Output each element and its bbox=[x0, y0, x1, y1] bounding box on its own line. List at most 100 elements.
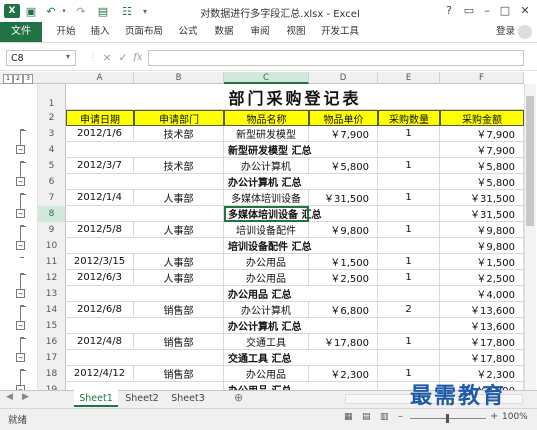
table-cell[interactable]: 2012/4/12 bbox=[66, 366, 134, 382]
maximize-button[interactable]: □ bbox=[496, 3, 514, 19]
column-header-a[interactable]: A bbox=[66, 72, 134, 84]
table-cell[interactable]: ￥9,800 bbox=[309, 222, 378, 238]
table-cell[interactable]: ￥17,800 bbox=[440, 334, 524, 350]
outline-level-1-button[interactable]: 1 bbox=[3, 74, 13, 84]
subtotal-label[interactable]: 培训设备配件 汇总 bbox=[224, 238, 378, 254]
user-avatar-icon[interactable] bbox=[518, 25, 532, 39]
table-cell[interactable]: 多媒体培训设备 bbox=[224, 190, 309, 206]
formula-input[interactable] bbox=[148, 50, 524, 66]
table-cell[interactable]: 2012/5/8 bbox=[66, 222, 134, 238]
subtotal-label[interactable]: 交通工具 汇总 bbox=[224, 350, 378, 366]
row-header[interactable]: 5 bbox=[38, 158, 66, 174]
normal-view-icon[interactable]: ▦ bbox=[344, 412, 353, 422]
zoom-level[interactable]: 100% bbox=[502, 412, 528, 422]
collapse-group-button[interactable]: – bbox=[16, 241, 25, 251]
page-layout-view-icon[interactable]: ▤ bbox=[362, 412, 371, 422]
cancel-formula-button[interactable]: × bbox=[100, 50, 114, 66]
subtotal-value[interactable]: ￥9,800 bbox=[440, 238, 524, 254]
row-header[interactable]: 6 bbox=[38, 174, 66, 190]
subtotal-label[interactable]: 办公计算机 汇总 bbox=[224, 174, 378, 190]
enter-formula-button[interactable]: ✓ bbox=[116, 50, 130, 66]
table-cell[interactable]: 2012/4/8 bbox=[66, 334, 134, 350]
table-cell[interactable]: 办公用品 bbox=[224, 270, 309, 286]
sheet-tab-sheet3[interactable]: Sheet3 bbox=[166, 390, 210, 407]
collapse-group-button[interactable]: – bbox=[16, 209, 25, 219]
table-cell[interactable]: 办公用品 bbox=[224, 366, 309, 382]
tab-review[interactable]: 审阅 bbox=[244, 22, 276, 42]
print-preview-icon[interactable]: ▤ bbox=[96, 4, 110, 18]
table-cell[interactable]: 1 bbox=[378, 254, 440, 270]
sheet-tab-sheet1[interactable]: Sheet1 bbox=[74, 390, 118, 407]
column-header-d[interactable]: D bbox=[309, 72, 378, 84]
table-cell[interactable]: ￥5,800 bbox=[309, 158, 378, 174]
header-cell[interactable]: 申请日期 bbox=[66, 110, 134, 126]
table-cell[interactable]: 新型研发模型 bbox=[224, 126, 309, 142]
table-cell[interactable]: 培训设备配件 bbox=[224, 222, 309, 238]
sheet-title[interactable]: 部门采购登记表 bbox=[66, 84, 524, 110]
table-cell[interactable]: 办公计算机 bbox=[224, 158, 309, 174]
row-header[interactable]: 12 bbox=[38, 270, 66, 286]
subtotal-label[interactable]: 办公计算机 汇总 bbox=[224, 318, 378, 334]
table-cell[interactable]: ￥31,500 bbox=[440, 190, 524, 206]
table-cell[interactable]: ￥1,500 bbox=[309, 254, 378, 270]
table-cell[interactable]: ￥2,300 bbox=[309, 366, 378, 382]
tab-home[interactable]: 开始 bbox=[50, 22, 82, 42]
row-header[interactable]: 16 bbox=[38, 334, 66, 350]
vertical-scroll-thumb[interactable] bbox=[526, 96, 534, 226]
table-cell[interactable]: 人事部 bbox=[134, 270, 224, 286]
subtotal-value[interactable]: ￥7,900 bbox=[440, 142, 524, 158]
table-cell[interactable]: 2012/6/8 bbox=[66, 302, 134, 318]
table-cell[interactable]: ￥2,500 bbox=[309, 270, 378, 286]
ribbon-display-icon[interactable]: ▭ bbox=[460, 3, 478, 19]
row-header[interactable]: 8 bbox=[38, 206, 66, 222]
table-cell[interactable]: 办公计算机 bbox=[224, 302, 309, 318]
row-header[interactable]: 9 bbox=[38, 222, 66, 238]
tab-developer[interactable]: 开发工具 bbox=[316, 22, 364, 42]
table-cell[interactable]: 交通工具 bbox=[224, 334, 309, 350]
table-cell[interactable]: ￥9,800 bbox=[440, 222, 524, 238]
row-header[interactable]: 14 bbox=[38, 302, 66, 318]
header-cell[interactable]: 采购金额 bbox=[440, 110, 524, 126]
table-cell[interactable] bbox=[378, 318, 440, 334]
row-header[interactable]: 3 bbox=[38, 126, 66, 142]
table-cell[interactable]: 人事部 bbox=[134, 222, 224, 238]
column-header-e[interactable]: E bbox=[378, 72, 440, 84]
subtotal-value[interactable]: ￥5,800 bbox=[440, 174, 524, 190]
subtotal-label[interactable]: 办公用品 汇总 bbox=[224, 286, 378, 302]
table-cell[interactable] bbox=[378, 286, 440, 302]
table-cell[interactable] bbox=[66, 318, 224, 334]
table-cell[interactable] bbox=[66, 238, 224, 254]
row-header[interactable]: 4 bbox=[38, 142, 66, 158]
table-cell[interactable]: 销售部 bbox=[134, 366, 224, 382]
tab-formulas[interactable]: 公式 bbox=[172, 22, 204, 42]
table-cell[interactable]: 2 bbox=[378, 302, 440, 318]
subtotal-value[interactable]: ￥4,000 bbox=[440, 286, 524, 302]
subtotal-value[interactable]: ￥17,800 bbox=[440, 350, 524, 366]
table-cell[interactable]: 销售部 bbox=[134, 334, 224, 350]
sheet-tab-sheet2[interactable]: Sheet2 bbox=[120, 390, 164, 407]
table-cell[interactable]: 2012/3/7 bbox=[66, 158, 134, 174]
table-cell[interactable] bbox=[378, 142, 440, 158]
table-cell[interactable]: 1 bbox=[378, 158, 440, 174]
table-cell[interactable]: 销售部 bbox=[134, 302, 224, 318]
close-button[interactable]: ✕ bbox=[516, 3, 534, 19]
table-cell[interactable]: ￥13,600 bbox=[440, 302, 524, 318]
table-cell[interactable] bbox=[378, 206, 440, 222]
header-cell[interactable]: 物品单价 bbox=[309, 110, 378, 126]
subtotal-value[interactable]: ￥31,500 bbox=[440, 206, 524, 222]
row-header[interactable]: 10 bbox=[38, 238, 66, 254]
tab-page-layout[interactable]: 页面布局 bbox=[120, 22, 168, 42]
tab-view[interactable]: 视图 bbox=[280, 22, 312, 42]
table-cell[interactable]: ￥5,800 bbox=[440, 158, 524, 174]
table-cell[interactable] bbox=[66, 286, 224, 302]
tab-data[interactable]: 数据 bbox=[208, 22, 240, 42]
table-cell[interactable]: 2012/3/15 bbox=[66, 254, 134, 270]
header-cell[interactable]: 采购数量 bbox=[378, 110, 440, 126]
insert-function-button[interactable]: fx bbox=[130, 50, 146, 66]
help-icon[interactable]: ? bbox=[440, 3, 458, 19]
scroll-tabs-right-icon[interactable]: ▶ bbox=[22, 392, 29, 402]
collapse-group-button[interactable]: – bbox=[16, 289, 25, 299]
header-cell[interactable]: 申请部门 bbox=[134, 110, 224, 126]
zoom-out-icon[interactable]: – bbox=[398, 411, 403, 422]
redo-icon[interactable]: ↷ bbox=[74, 4, 88, 18]
